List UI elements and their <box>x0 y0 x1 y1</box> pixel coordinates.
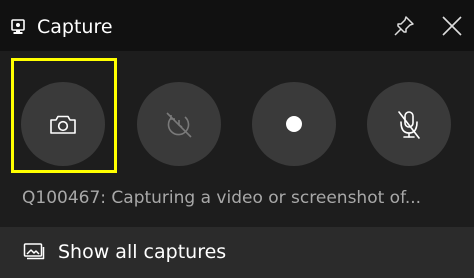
status-text: Q100467: Capturing a video or screenshot… <box>22 188 422 208</box>
record-last-disabled-icon <box>166 112 192 138</box>
pin-icon[interactable] <box>392 14 416 38</box>
mic-off-icon <box>398 111 420 139</box>
focus-indicator <box>11 58 117 173</box>
close-icon[interactable] <box>440 14 464 38</box>
webcam-icon <box>11 19 25 35</box>
mic-toggle-button[interactable] <box>367 82 451 166</box>
show-all-captures-label: Show all captures <box>58 241 227 263</box>
title-bar: Capture <box>0 0 474 51</box>
record-dot-icon <box>286 116 302 132</box>
record-last-30s-button[interactable] <box>137 82 221 166</box>
show-all-captures-button[interactable]: Show all captures <box>0 227 474 278</box>
start-recording-button[interactable] <box>252 82 336 166</box>
window-title: Capture <box>37 16 113 38</box>
gallery-icon <box>23 241 45 261</box>
